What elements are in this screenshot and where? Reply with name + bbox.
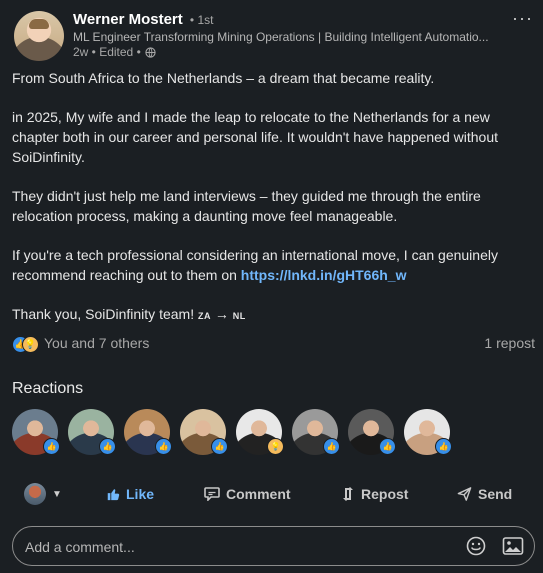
thumbs-up-icon [107, 489, 120, 501]
like-badge-icon: 👍 [435, 438, 452, 455]
reactor-avatar[interactable]: 💡 [236, 409, 284, 455]
like-badge-icon: 👍 [99, 438, 116, 455]
reactions-heading: Reactions [12, 380, 84, 397]
like-label: Like [126, 486, 155, 502]
reaction-icons[interactable]: 👍 💡 [12, 336, 40, 353]
more-options-icon[interactable]: ··· [512, 8, 533, 29]
social-counts: 👍 💡 You and 7 others 1 repost [12, 335, 535, 353]
connection-degree: • 1st [189, 13, 214, 27]
author-avatar[interactable] [14, 11, 64, 61]
reactor-avatar[interactable]: 👍 [68, 409, 116, 455]
reactor-avatar[interactable]: 👍 [180, 409, 228, 455]
post-body: From South Africa to the Netherlands – a… [12, 68, 532, 345]
emoji-icon[interactable] [466, 536, 486, 556]
post-paragraph-5: Thank you, SoiDinfinity team! ZA → NL [12, 304, 532, 326]
like-badge-icon: 👍 [155, 438, 172, 455]
post-actions: ▼ Like Comment Repost Send [0, 480, 543, 508]
author-name-row[interactable]: Werner Mostert • 1st [73, 11, 213, 28]
comment-label: Comment [226, 486, 291, 502]
chevron-down-icon: ▼ [52, 488, 62, 500]
image-icon[interactable] [502, 536, 524, 556]
author-headline: ML Engineer Transforming Mining Operatio… [73, 30, 489, 44]
reaction-author-selector[interactable]: ▼ [24, 480, 62, 508]
arrow-icon: → [214, 306, 229, 322]
comment-button[interactable]: Comment [204, 480, 291, 508]
reactor-avatar[interactable]: 👍 [124, 409, 172, 455]
insightful-reaction-icon: 💡 [22, 336, 39, 353]
feed-post: Werner Mostert • 1st ML Engineer Transfo… [0, 0, 543, 573]
post-paragraph-2: in 2025, My wife and I made the leap to … [12, 109, 498, 165]
like-badge-icon: 👍 [211, 438, 228, 455]
reactions-count[interactable]: You and 7 others [44, 335, 149, 351]
send-icon [457, 487, 472, 501]
post-paragraph-1: From South Africa to the Netherlands – a… [12, 70, 435, 86]
author-name[interactable]: Werner Mostert [73, 11, 183, 28]
repost-button[interactable]: Repost [341, 480, 408, 508]
post-time-edited: 2w • Edited • [73, 45, 141, 59]
post-paragraph-3: They didn't just help me land interviews… [12, 188, 481, 224]
globe-icon [145, 46, 156, 58]
repost-label: Repost [361, 486, 409, 502]
reactor-avatar[interactable]: 👍 [292, 409, 340, 455]
reactor-avatar[interactable]: 👍 [12, 409, 60, 455]
like-button[interactable]: Like [106, 480, 154, 508]
like-badge-icon: 👍 [379, 438, 396, 455]
post-paragraph-4: If you're a tech professional considerin… [12, 245, 532, 285]
insightful-badge-icon: 💡 [267, 438, 284, 455]
post-link[interactable]: https://lnkd.in/gHT66h_w [241, 267, 407, 283]
repost-icon [343, 487, 353, 501]
send-button[interactable]: Send [457, 480, 512, 508]
reactor-avatar[interactable]: 👍 [348, 409, 396, 455]
post-meta: 2w • Edited • [73, 45, 156, 59]
flag-za: ZA [197, 311, 211, 321]
reactor-avatar[interactable]: 👍 [404, 409, 452, 455]
flag-nl: NL [232, 311, 246, 321]
comment-icon [204, 487, 220, 501]
acting-as-avatar [24, 483, 46, 505]
reposts-count[interactable]: 1 repost [484, 335, 535, 351]
comment-box [12, 526, 535, 566]
like-badge-icon: 👍 [43, 438, 60, 455]
send-label: Send [478, 486, 513, 502]
like-badge-icon: 👍 [323, 438, 340, 455]
post-paragraph-5-text: Thank you, SoiDinfinity team! [12, 306, 195, 322]
comment-input[interactable] [23, 536, 447, 558]
